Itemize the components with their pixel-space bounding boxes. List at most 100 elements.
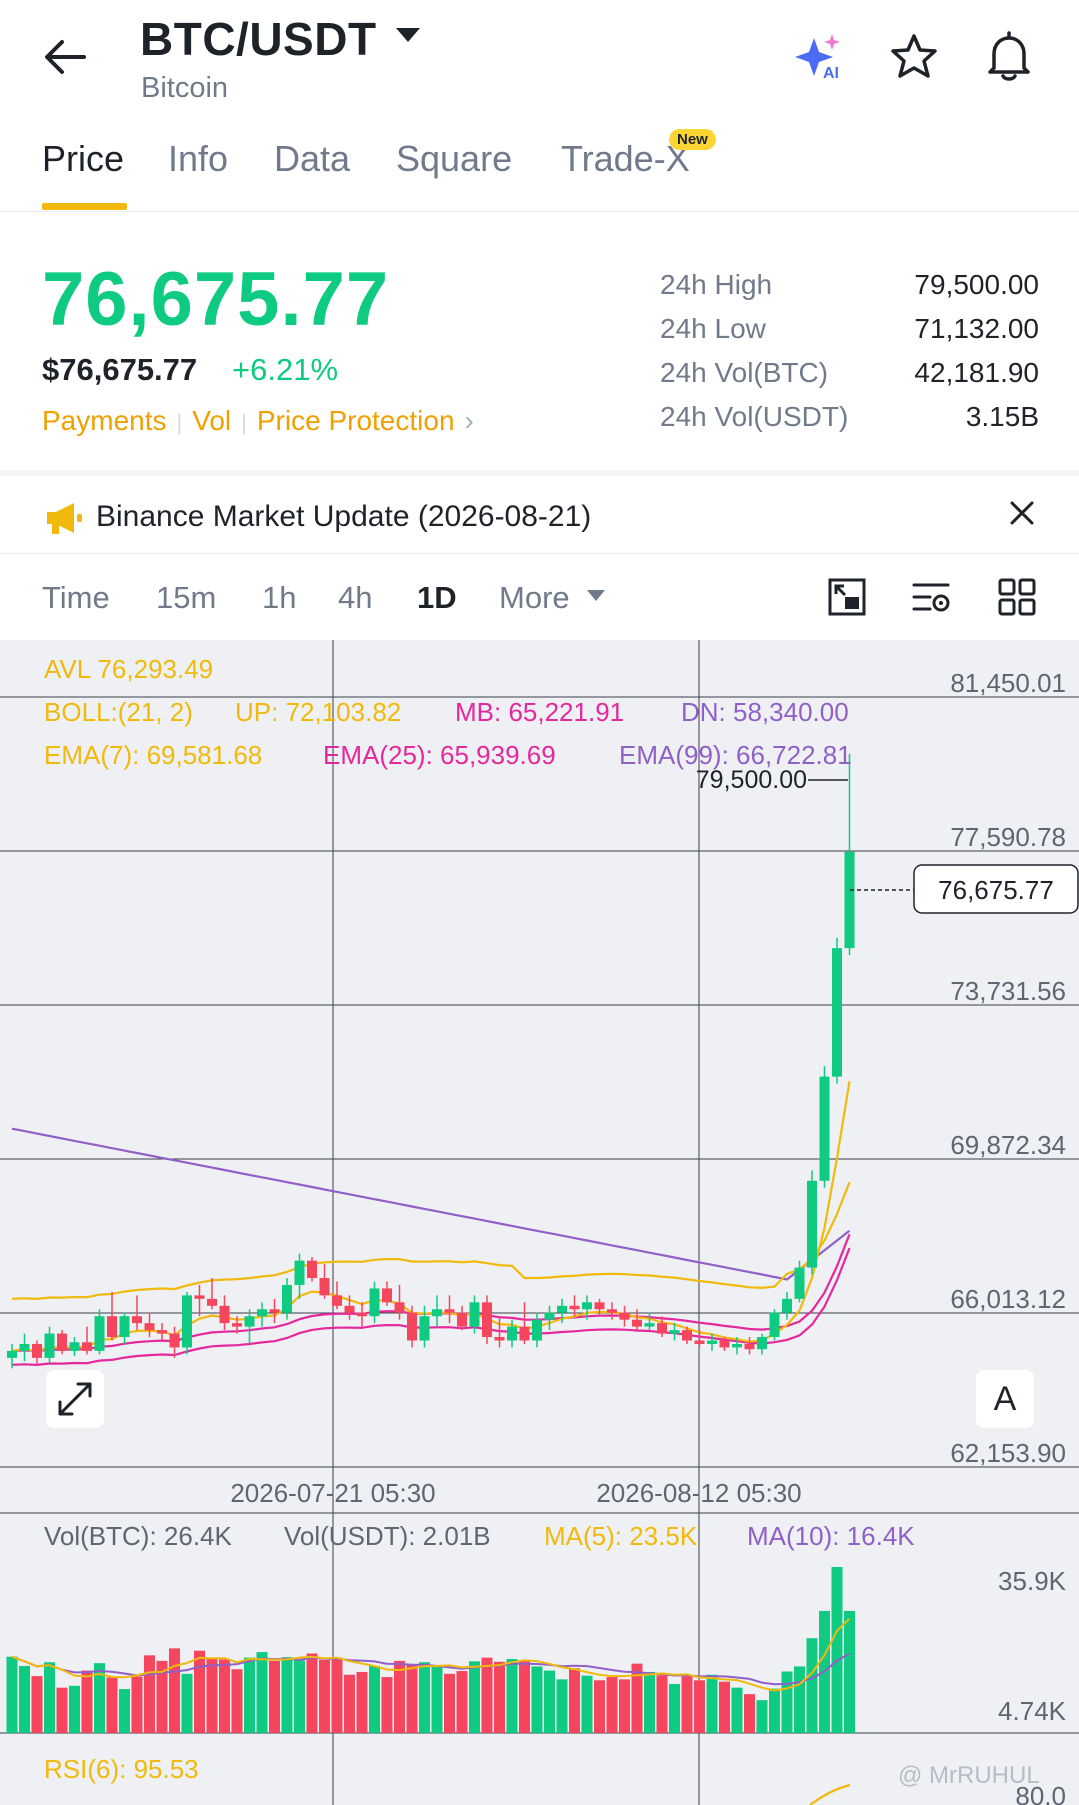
time-axis-label: 2026-08-12 05:30 (596, 1478, 801, 1508)
megaphone-icon (47, 503, 82, 534)
price-axis-label: 77,590.78 (950, 822, 1066, 852)
tab-square[interactable]: Square (396, 138, 512, 180)
price-axis-label: 73,731.56 (950, 976, 1066, 1006)
candle-body (732, 1343, 742, 1348)
volume-bar (844, 1610, 855, 1733)
volume-bar (19, 1665, 30, 1733)
candle-body (282, 1284, 292, 1313)
volume-bar (294, 1660, 305, 1733)
candle-body (82, 1342, 92, 1351)
last-price-marker: 76,675.77 (938, 875, 1054, 905)
volume-bar (719, 1681, 730, 1733)
chart-fullscreen-icon[interactable] (826, 576, 868, 618)
volume-bar (69, 1685, 80, 1733)
candle-body (769, 1312, 780, 1338)
grid-layout-icon[interactable] (996, 576, 1038, 618)
candle-body (169, 1333, 180, 1348)
volume-bar (794, 1666, 805, 1733)
candle-body (57, 1333, 67, 1351)
timeframe-4h[interactable]: 4h (338, 580, 372, 616)
candle-body (757, 1337, 767, 1350)
volume-bar (81, 1670, 93, 1733)
volume-bar (744, 1694, 755, 1733)
price-axis-label: 62,153.90 (950, 1438, 1066, 1468)
tab-info[interactable]: Info (168, 138, 228, 180)
volume-bar (369, 1665, 380, 1733)
indicator-settings-icon[interactable] (910, 576, 952, 618)
ema25-line (11, 1233, 851, 1353)
volume-bar (806, 1638, 818, 1733)
chevron-right-icon[interactable]: › (465, 405, 474, 436)
candle-body (432, 1309, 442, 1317)
back-arrow-icon[interactable] (40, 32, 90, 82)
volume-bar (31, 1676, 43, 1733)
price-axis-label: 81,450.01 (950, 668, 1066, 698)
stat-value-24h-low: 71,132.00 (914, 313, 1039, 344)
volume-bar (456, 1671, 468, 1733)
volume-bar (481, 1657, 493, 1733)
candle-body (382, 1288, 392, 1303)
boll-upper-line (11, 1181, 851, 1301)
volume-bar (169, 1648, 180, 1733)
close-icon[interactable] (1006, 497, 1038, 529)
stat-value-24h-vol-btc: 42,181.90 (914, 357, 1039, 388)
pair-dropdown-caret-icon[interactable] (396, 28, 420, 42)
volume-bar (119, 1689, 130, 1733)
volume-axis-label: 4.74K (998, 1696, 1067, 1726)
candle-body (119, 1316, 130, 1338)
candle-body (544, 1312, 555, 1320)
volume-bar (306, 1653, 318, 1733)
boll-mb-label: MB: 65,221.91 (455, 697, 624, 727)
candle-body (344, 1305, 355, 1313)
volume-bar (656, 1675, 668, 1733)
candle-body (419, 1316, 430, 1341)
tab-data[interactable]: Data (274, 138, 350, 180)
timeframe-15m[interactable]: 15m (156, 580, 216, 616)
candlestick-chart[interactable]: AVL 76,293.49 BOLL:(21, 2) UP: 72,103.82… (0, 640, 1079, 1805)
ai-sparkle-icon[interactable]: AI (790, 32, 846, 82)
volume-bar (344, 1674, 355, 1733)
section-divider (0, 470, 1079, 476)
announcement-text[interactable]: Binance Market Update (2026-08-21) (96, 500, 591, 534)
tag-vol[interactable]: Vol (192, 405, 231, 436)
volume-bar (381, 1677, 393, 1733)
volume-bar (194, 1650, 205, 1733)
pair-title[interactable]: BTC/USDT (140, 12, 377, 66)
candle-body (669, 1330, 680, 1334)
volume-bar (106, 1677, 118, 1733)
volume-bar (619, 1679, 630, 1733)
timeframe-1h[interactable]: 1h (262, 580, 296, 616)
candle-body (557, 1305, 567, 1313)
volume-bar (731, 1687, 743, 1733)
candle-body (569, 1305, 580, 1310)
volume-bar (469, 1661, 480, 1733)
auto-scale-button[interactable]: A (976, 1370, 1034, 1428)
candle-body (519, 1326, 530, 1341)
volume-bar (44, 1662, 55, 1733)
candle-body (207, 1298, 217, 1306)
more-caret-icon[interactable] (587, 590, 605, 601)
timeframe-time[interactable]: Time (42, 580, 110, 616)
candle-body (782, 1298, 792, 1313)
expand-chart-button[interactable] (46, 1370, 104, 1428)
volume-bar (594, 1680, 605, 1733)
timeframe-more[interactable]: More (499, 580, 570, 616)
tag-payments[interactable]: Payments (42, 405, 167, 436)
timeframe-1d[interactable]: 1D (417, 580, 457, 616)
time-axis-label: 2026-07-21 05:30 (230, 1478, 435, 1508)
candle-body (107, 1316, 117, 1338)
candle-body (244, 1316, 255, 1327)
volume-axis-label: 35.9K (998, 1566, 1067, 1596)
ema25-label: EMA(25): 65,939.69 (323, 740, 556, 770)
bell-icon[interactable] (984, 30, 1034, 84)
tab-price[interactable]: Price (42, 138, 124, 180)
candle-body (619, 1312, 630, 1320)
tab-active-underline (42, 203, 127, 210)
volume-bar (519, 1661, 530, 1733)
vol-ma5-label: MA(5): 23.5K (544, 1521, 698, 1551)
candle-body (494, 1337, 505, 1341)
new-badge: New (669, 129, 716, 150)
tag-price-protection[interactable]: Price Protection (257, 405, 455, 436)
star-icon[interactable] (888, 32, 940, 82)
candle-body (132, 1316, 142, 1324)
